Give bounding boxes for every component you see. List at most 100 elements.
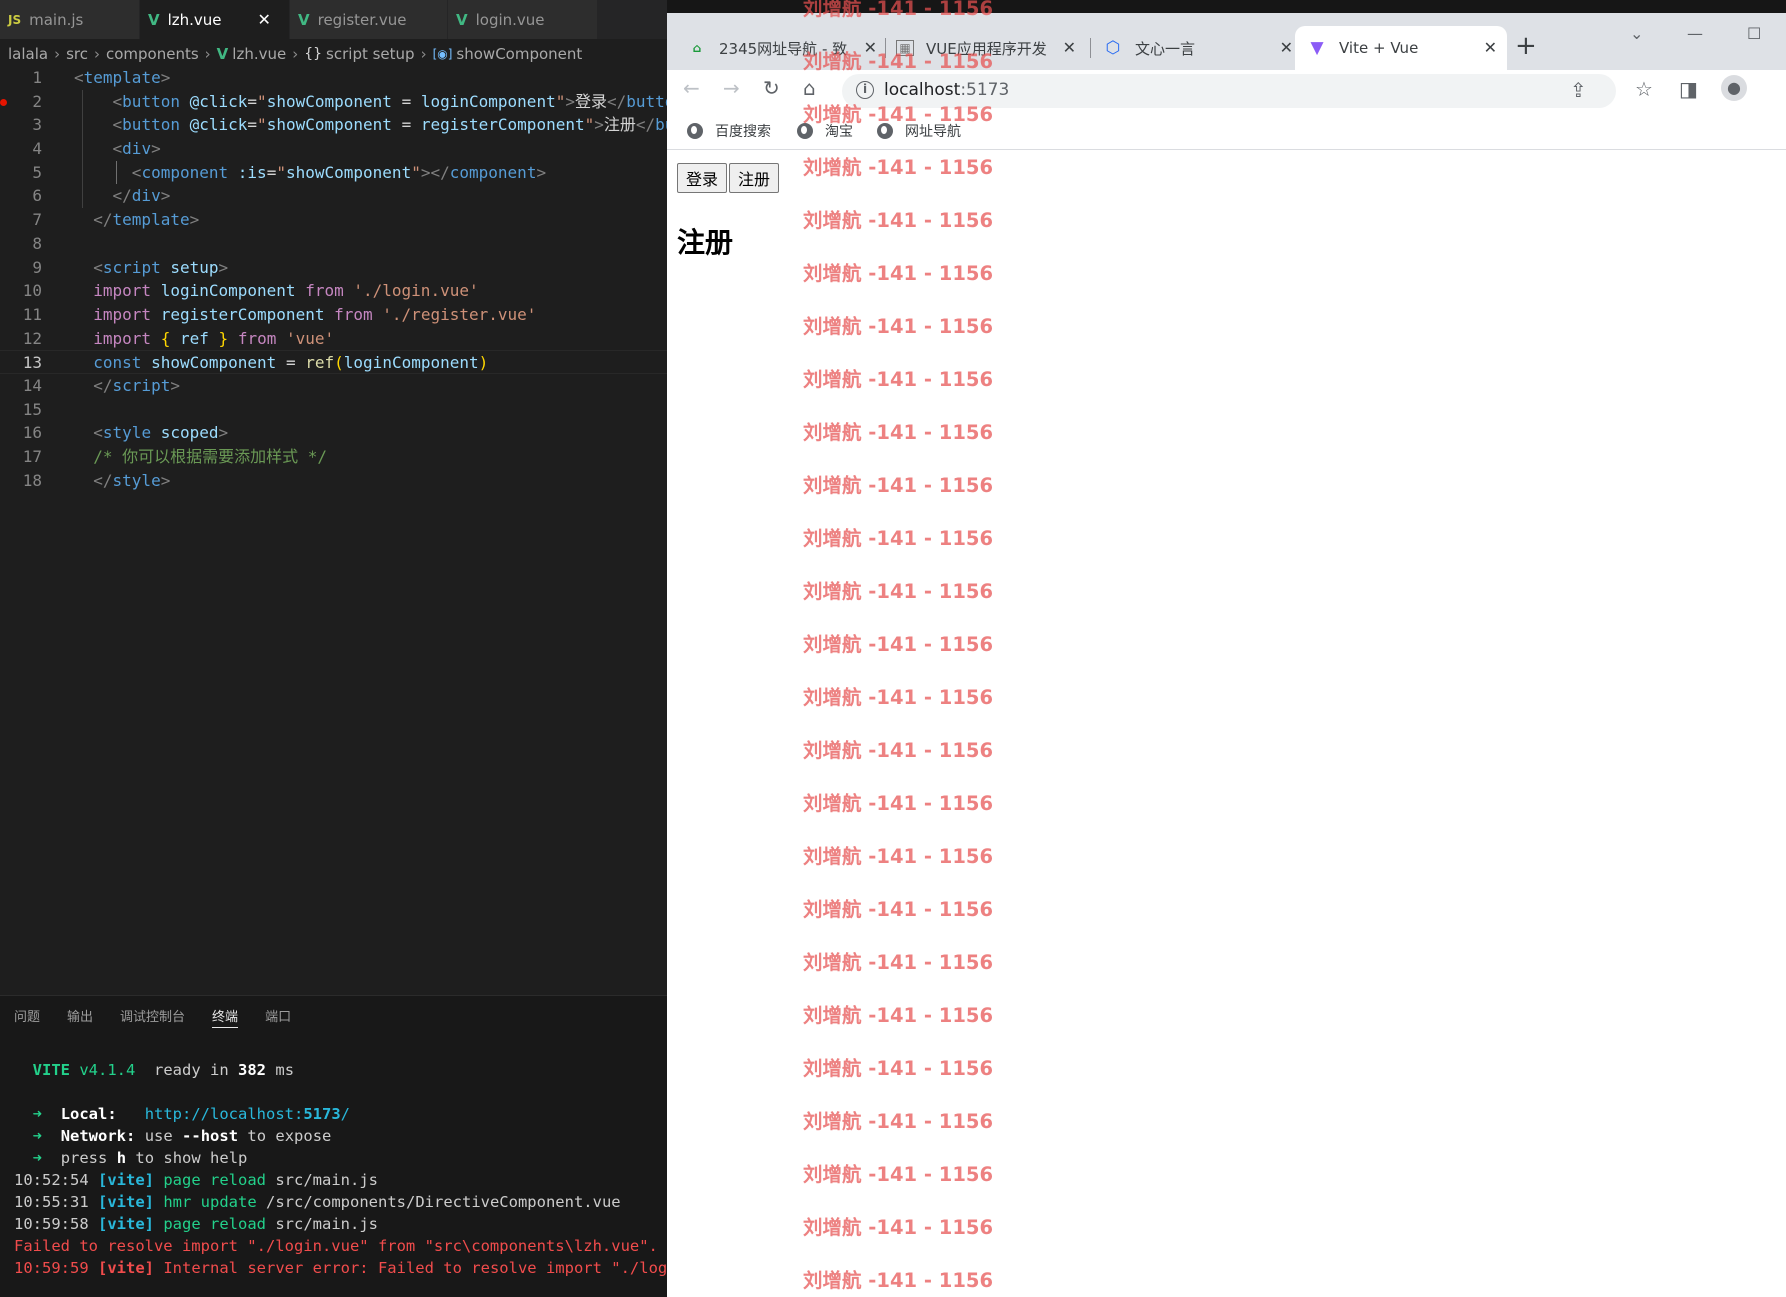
tab-output[interactable]: 输出 (67, 1006, 93, 1028)
breadcrumb-item[interactable]: src (66, 45, 88, 63)
local-label: Local: (60, 1105, 117, 1123)
code-text: <template> (74, 68, 171, 87)
log-action: hmr update (163, 1193, 257, 1211)
ready-ms: 382 (238, 1061, 267, 1079)
star-icon[interactable]: ☆ (1635, 77, 1653, 101)
code-line: 6 </div> (0, 184, 667, 209)
tab-ports[interactable]: 端口 (265, 1006, 291, 1028)
browser-tab-vite[interactable]: ▼ Vite + Vue ✕ (1295, 26, 1507, 70)
vue-file-icon: V (148, 10, 160, 29)
browser-tab-2345[interactable]: ⌂ 2345网址导航 - 致 ✕ (687, 26, 887, 70)
close-icon[interactable]: ✕ (1058, 38, 1076, 57)
line-number: 10 (22, 281, 42, 301)
breadcrumb-item[interactable]: script setup (326, 45, 415, 63)
line-number: 6 (32, 186, 42, 206)
share-icon[interactable]: ⇪ (1570, 78, 1587, 102)
help-post: to show help (135, 1149, 248, 1167)
login-button[interactable]: 登录 (677, 163, 728, 193)
log-path: /src/components/DirectiveComponent.vue (266, 1193, 621, 1211)
forward-icon[interactable]: → (723, 76, 740, 100)
close-icon[interactable]: ✕ (1484, 38, 1497, 57)
bookmark-label: 淘宝 (825, 124, 853, 140)
tab-label: lzh.vue (167, 10, 222, 29)
arrow-icon: ➜ (32, 1105, 43, 1123)
tab-label: login.vue (475, 10, 545, 29)
code-line: 18 </style> (0, 469, 667, 493)
tab-debug-console[interactable]: 调试控制台 (120, 1006, 185, 1028)
code-text: </style> (93, 470, 171, 490)
local-url[interactable]: http://localhost:5173/ (145, 1105, 350, 1123)
browser-tab-wenxin[interactable]: ⬡ 文心一言 ✕ (1103, 26, 1303, 70)
bookmark-label: 网址导航 (905, 124, 961, 140)
tab-main-js[interactable]: JS main.js (0, 0, 140, 39)
ms-unit: ms (275, 1061, 295, 1079)
page-viewport: 登录 注册 注册 (667, 151, 1786, 1297)
tab-register-vue[interactable]: V register.vue (290, 0, 448, 39)
chevron-right-icon: › (54, 45, 61, 63)
code-editor[interactable]: 1 <template> 2 <button @click="showCompon… (0, 66, 667, 501)
tab-login-vue[interactable]: V login.vue (448, 0, 598, 39)
log-path: src/main.js (275, 1215, 378, 1233)
terminal-line: ➜ Network: use --host to expose (14, 1125, 667, 1147)
globe-icon (877, 123, 893, 139)
code-text: <button @click="showComponent = loginCom… (112, 91, 667, 111)
line-number: 7 (32, 210, 42, 230)
log-action: page reload (163, 1171, 266, 1189)
tab-terminal[interactable]: 终端 (212, 1006, 239, 1028)
code-line: 9 <script setup> (0, 256, 667, 280)
image-icon: ▦ (896, 40, 914, 56)
breadcrumb-item[interactable]: components (106, 45, 199, 63)
address-bar[interactable]: i localhost:5173 ⇪ (842, 74, 1616, 108)
register-button[interactable]: 注册 (729, 163, 780, 193)
maximize-icon[interactable]: ☐ (1747, 24, 1761, 43)
line-number: 8 (32, 233, 42, 253)
code-text: <script setup> (93, 257, 229, 277)
globe-icon (687, 123, 703, 139)
tab-label: register.vue (317, 10, 407, 29)
breadcrumb: lalala › src › components › V lzh.vue › … (0, 39, 667, 69)
tab-problems[interactable]: 问题 (14, 1006, 40, 1028)
back-icon[interactable]: ← (683, 76, 700, 100)
code-line: 2 <button @click="showComponent = loginC… (0, 89, 667, 114)
vue-file-icon: V (456, 10, 468, 29)
code-line: 4 <div> (0, 137, 667, 161)
network-pre: use (144, 1127, 173, 1145)
line-number: 5 (32, 162, 42, 182)
log-time: 10:52:54 (14, 1171, 89, 1189)
browser-tab-vue[interactable]: ▦ VUE应用程序开发 ✕ (896, 26, 1086, 70)
chevron-down-icon[interactable]: ⌄ (1630, 24, 1643, 43)
breadcrumb-item[interactable]: lalala (8, 45, 48, 63)
side-panel-icon[interactable]: ◨ (1679, 77, 1698, 101)
bookmark-nav[interactable]: 网址导航 (877, 121, 961, 141)
close-icon[interactable]: ✕ (258, 10, 271, 29)
code-line: 3 <button @click="showComponent = regist… (0, 113, 667, 138)
code-text: </template> (93, 210, 200, 230)
globe-icon (797, 123, 813, 139)
minimize-icon[interactable]: — (1687, 24, 1703, 43)
code-text: </div> (112, 186, 171, 206)
reload-icon[interactable]: ↻ (763, 76, 780, 100)
terminal-error-line: 10:59:59 [vite] Internal server error: F… (14, 1257, 667, 1279)
new-tab-button[interactable]: + (1515, 31, 1537, 61)
terminal[interactable]: VITE v4.1.4 ready in 382 ms ➜ Local: htt… (14, 1059, 667, 1279)
chevron-right-icon: › (420, 45, 427, 63)
js-file-icon: JS (8, 12, 22, 27)
close-icon[interactable]: ✕ (1280, 38, 1293, 57)
info-icon[interactable]: i (856, 81, 874, 99)
profile-icon[interactable]: ● (1721, 75, 1747, 101)
close-icon[interactable]: ✕ (859, 38, 877, 57)
network-label: Network: (60, 1127, 136, 1145)
breadcrumb-item[interactable]: lzh.vue (232, 45, 286, 63)
code-line: 12 import { ref } from 'vue' (0, 327, 667, 351)
bookmark-taobao[interactable]: 淘宝 (797, 121, 853, 141)
line-number: 4 (32, 139, 42, 159)
home-icon[interactable]: ⌂ (803, 76, 816, 100)
log-time: 10:59:58 (14, 1215, 89, 1233)
code-line-current: 13 const showComponent = ref(loginCompon… (0, 350, 667, 374)
tab-lzh-vue[interactable]: V lzh.vue ✕ (140, 0, 290, 39)
bookmark-baidu[interactable]: 百度搜索 (687, 121, 771, 141)
breadcrumb-item[interactable]: showComponent (456, 45, 582, 63)
error-msg: Internal server error: Failed to resolve… (163, 1259, 667, 1277)
chevron-right-icon: › (292, 45, 299, 63)
title-strip (667, 0, 1786, 13)
